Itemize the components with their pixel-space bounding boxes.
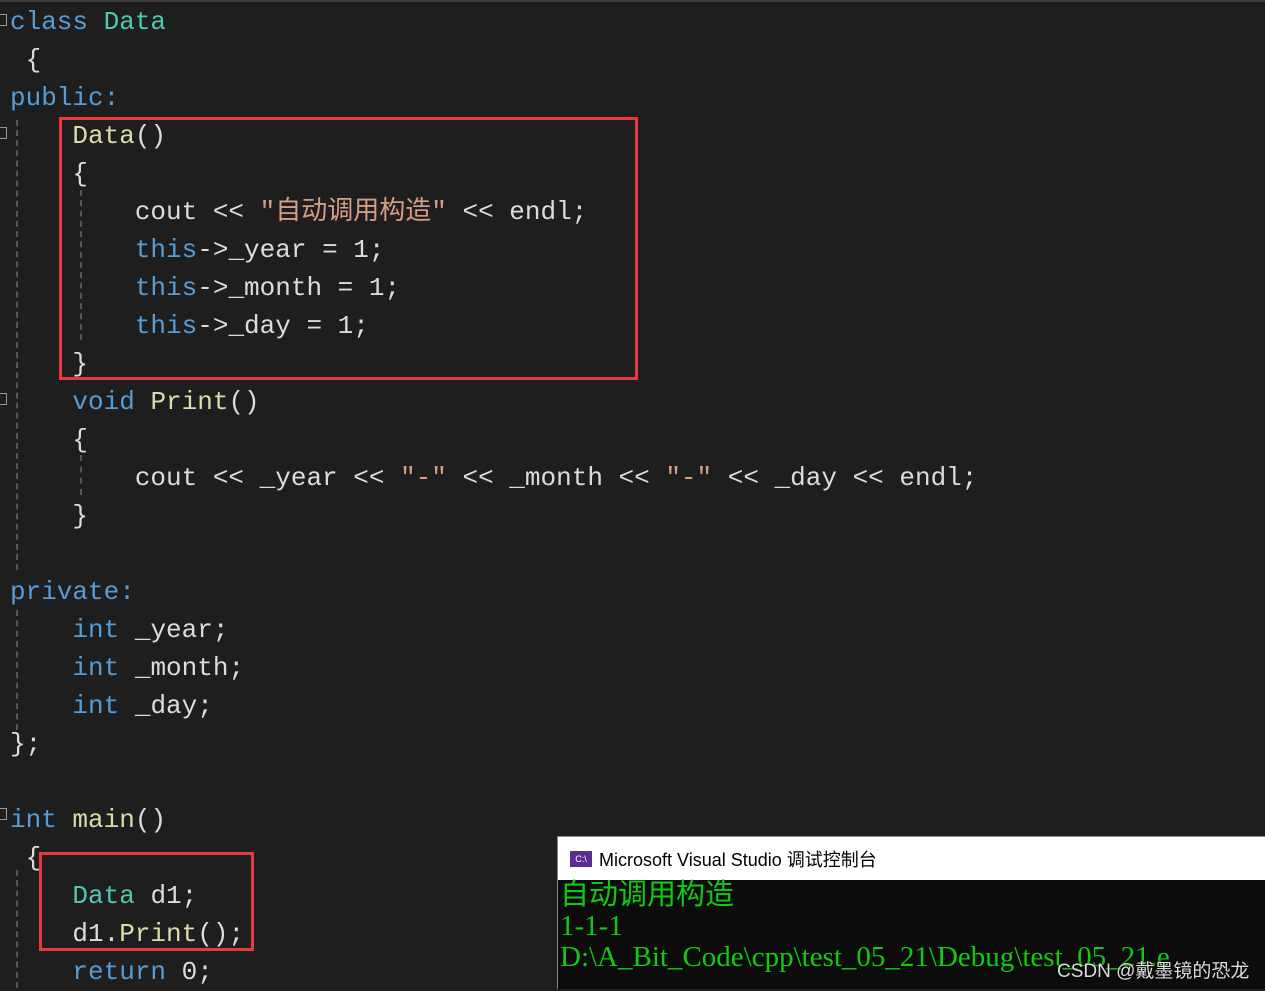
indent-guide: [16, 120, 18, 570]
code-token: << _month <<: [446, 463, 666, 493]
code-token: Data: [103, 7, 167, 37]
constructor-highlight-box: [59, 117, 638, 380]
code-token: {: [10, 425, 89, 455]
code-token: _month;: [134, 653, 245, 683]
code-line[interactable]: public:: [10, 79, 977, 117]
console-output-line: 1-1-1: [560, 910, 623, 942]
code-line[interactable]: int main(): [10, 801, 977, 839]
code-line[interactable]: }: [10, 497, 977, 535]
code-token: {: [10, 843, 42, 873]
code-token: (): [228, 387, 260, 417]
fold-toggle-icon[interactable]: [0, 393, 7, 405]
code-line[interactable]: int _month;: [10, 649, 977, 687]
code-token: 0;: [181, 957, 213, 987]
code-token: class: [10, 7, 104, 37]
code-token: Print: [150, 387, 229, 417]
indent-guide: [80, 455, 82, 495]
code-token: _year;: [134, 615, 229, 645]
code-line[interactable]: int _year;: [10, 611, 977, 649]
console-output-line: 自动调用构造: [560, 879, 735, 911]
code-line[interactable]: int _day;: [10, 687, 977, 725]
indent-guide: [16, 870, 18, 988]
code-token: {: [10, 45, 42, 75]
fold-toggle-icon[interactable]: [0, 127, 7, 139]
code-token: }: [10, 501, 89, 531]
fold-toggle-icon[interactable]: [0, 808, 7, 820]
code-token: };: [10, 729, 42, 759]
code-line[interactable]: cout << _year << "-" << _month << "-" <<…: [10, 459, 978, 497]
code-token: int: [72, 691, 135, 721]
code-token: int: [10, 805, 73, 835]
console-app-icon: C:\: [570, 850, 592, 867]
main-highlight-box: [39, 852, 254, 951]
fold-toggle-icon[interactable]: [0, 14, 7, 26]
indent-guide: [16, 610, 18, 730]
code-line[interactable]: };: [10, 725, 977, 763]
code-line[interactable]: void Print(): [10, 383, 977, 421]
code-token: "-": [400, 463, 447, 493]
code-token: _day;: [134, 691, 213, 721]
code-token: cout << _year <<: [10, 463, 401, 493]
console-title-bar[interactable]: C:\ Microsoft Visual Studio 调试控制台: [558, 837, 1265, 880]
code-line[interactable]: {: [10, 41, 977, 79]
code-token: return: [72, 957, 182, 987]
code-line[interactable]: [10, 763, 977, 801]
console-title: Microsoft Visual Studio 调试控制台: [599, 849, 877, 870]
watermark: CSDN @戴墨镜的恐龙: [1057, 961, 1250, 982]
code-token: << _day << endl;: [712, 463, 978, 493]
editor-top-border: [0, 0, 1265, 2]
code-line[interactable]: {: [10, 421, 977, 459]
code-line[interactable]: private:: [10, 573, 977, 611]
code-token: "-": [665, 463, 713, 493]
code-token: main: [72, 805, 135, 835]
code-token: int: [72, 615, 135, 645]
code-token: private:: [10, 577, 135, 607]
code-line[interactable]: class Data: [10, 3, 977, 41]
code-token: void: [72, 387, 151, 417]
code-token: (): [134, 805, 167, 835]
code-line[interactable]: [10, 535, 977, 573]
code-token: int: [72, 653, 135, 683]
code-token: public:: [10, 83, 120, 113]
